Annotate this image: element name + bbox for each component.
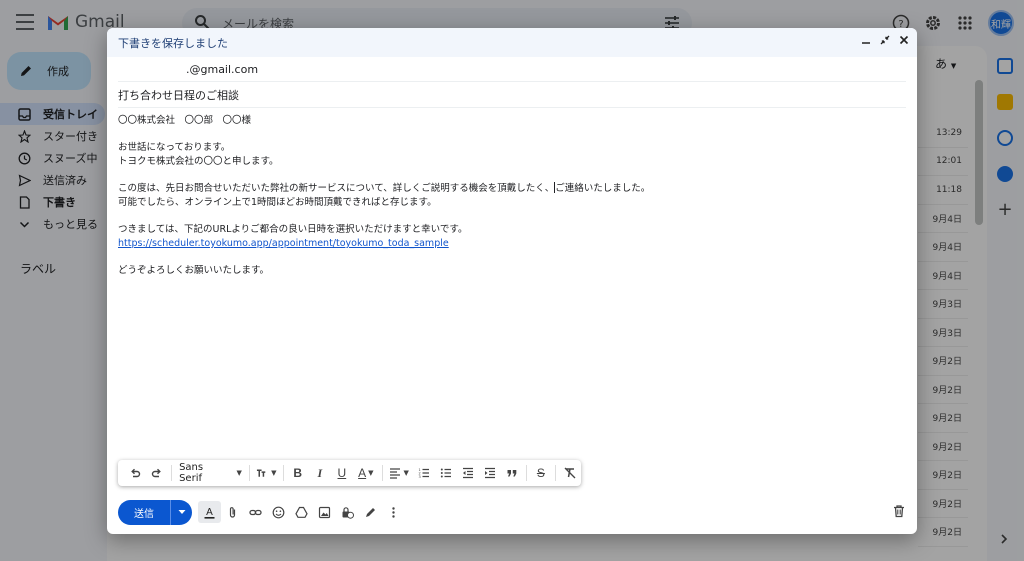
- bulleted-list-icon: [440, 468, 451, 478]
- redo-icon: [151, 468, 161, 478]
- body-paragraph-2: 可能でしたら、オンライン上で1時間ほどお時間頂戴できればと存じます。: [118, 197, 437, 208]
- attach-file-button[interactable]: [221, 501, 244, 523]
- formatting-options-button[interactable]: A: [198, 501, 221, 523]
- body-closing: どうぞよろしくお願いいたします。: [118, 265, 270, 276]
- emoji-icon: [272, 506, 285, 518]
- compose-window: 下書きを保存しました .@gmail.com 打ち合わせ日程のご相談 〇〇株式会…: [107, 28, 917, 534]
- insert-emoji-button[interactable]: [267, 501, 290, 523]
- subject-field[interactable]: 打ち合わせ日程のご相談: [118, 82, 906, 108]
- indent-more-icon: [484, 467, 495, 479]
- insert-link-button[interactable]: [244, 501, 267, 523]
- font-size-button[interactable]: ▼: [253, 463, 280, 483]
- window-controls: [861, 35, 909, 45]
- close-icon[interactable]: [899, 35, 909, 45]
- body-paragraph-1b: ご連絡いたしました。: [555, 183, 651, 194]
- paperclip-icon: [229, 506, 236, 518]
- photo-icon: [318, 506, 331, 518]
- more-vert-icon: [392, 506, 395, 518]
- text-color-button[interactable]: A ▼: [353, 463, 379, 483]
- underline-button[interactable]: U: [331, 463, 353, 483]
- formatting-toolbar: Sans Serif ▼ ▼ B I U A ▼ ▼ 123 S: [118, 460, 581, 486]
- strikethrough-button[interactable]: S: [530, 463, 552, 483]
- remove-formatting-button[interactable]: [559, 463, 581, 483]
- compose-title: 下書きを保存しました: [118, 36, 228, 50]
- align-button[interactable]: ▼: [386, 463, 413, 483]
- body-greeting-2: トヨクモ株式会社の〇〇と申します。: [118, 156, 279, 167]
- send-options-button[interactable]: [170, 499, 192, 525]
- dropdown-caret-icon: ▼: [403, 469, 409, 477]
- send-label: 送信: [134, 508, 154, 520]
- discard-draft-trash-icon[interactable]: [892, 504, 906, 518]
- insert-signature-button[interactable]: [359, 501, 382, 523]
- redo-button[interactable]: [146, 463, 168, 483]
- compose-bottom-bar: 送信 A: [118, 499, 906, 525]
- text-size-icon: [257, 469, 266, 477]
- body-addressee: 〇〇株式会社 〇〇部 〇〇様: [118, 115, 252, 126]
- caret-down-icon: [178, 510, 185, 514]
- dropdown-caret-icon: ▼: [236, 469, 242, 477]
- svg-text:A: A: [206, 507, 213, 518]
- font-family-select[interactable]: Sans Serif ▼: [175, 462, 246, 484]
- body-paragraph-3: つきましては、下記のURLよりご都合の良い日時を選択いただけますと幸いです。: [118, 224, 468, 235]
- clear-format-icon: [564, 467, 576, 479]
- minimize-icon[interactable]: [861, 35, 871, 45]
- quote-icon: [507, 470, 517, 477]
- recipient-field[interactable]: .@gmail.com: [118, 57, 906, 82]
- link-icon: [249, 509, 262, 515]
- numbered-list-icon: 123: [418, 468, 429, 479]
- recipient-value: .@gmail.com: [186, 62, 259, 76]
- more-options-button[interactable]: [382, 501, 405, 523]
- insert-drive-button[interactable]: [290, 501, 313, 523]
- quote-button[interactable]: [501, 463, 523, 483]
- body-greeting-1: お世話になっております。: [118, 142, 231, 153]
- body-paragraph-1: この度は、先日お問合せいただいた弊社の新サービスについて、詳しくご説明する機会を…: [118, 182, 898, 196]
- undo-button[interactable]: [124, 463, 146, 483]
- numbered-list-button[interactable]: 123: [413, 463, 435, 483]
- exit-fullscreen-icon[interactable]: [880, 35, 890, 45]
- svg-text:3: 3: [418, 475, 420, 479]
- italic-button[interactable]: I: [309, 463, 331, 483]
- bold-button[interactable]: B: [287, 463, 309, 483]
- indent-less-icon: [462, 467, 473, 479]
- compose-actions: A: [198, 501, 405, 523]
- subject-value: 打ち合わせ日程のご相談: [118, 88, 239, 102]
- font-family-value: Sans Serif: [179, 462, 204, 484]
- dropdown-caret-icon: ▼: [368, 469, 374, 477]
- align-left-icon: [390, 468, 401, 479]
- undo-icon: [131, 468, 141, 478]
- indent-more-button[interactable]: [479, 463, 501, 483]
- send-button[interactable]: 送信: [118, 499, 170, 525]
- body-paragraph-1a: この度は、先日お問合せいただいた弊社の新サービスについて、詳しくご説明する機会を…: [118, 183, 555, 194]
- insert-photo-button[interactable]: [313, 501, 336, 523]
- dropdown-caret-icon: ▼: [271, 469, 277, 477]
- scheduler-link[interactable]: https://scheduler.toyokumo.app/appointme…: [118, 238, 449, 249]
- compose-header[interactable]: 下書きを保存しました: [107, 28, 917, 57]
- pen-icon: [366, 507, 375, 517]
- text-color-icon: A: [358, 466, 367, 480]
- indent-less-button[interactable]: [457, 463, 479, 483]
- message-body[interactable]: 〇〇株式会社 〇〇部 〇〇様 お世話になっております。 トヨクモ株式会社の〇〇と…: [118, 114, 898, 278]
- lock-clock-icon: [342, 506, 354, 519]
- bulleted-list-button[interactable]: [435, 463, 457, 483]
- drive-icon: [295, 506, 308, 518]
- confidential-mode-button[interactable]: [336, 501, 359, 523]
- text-format-icon: A: [204, 507, 215, 519]
